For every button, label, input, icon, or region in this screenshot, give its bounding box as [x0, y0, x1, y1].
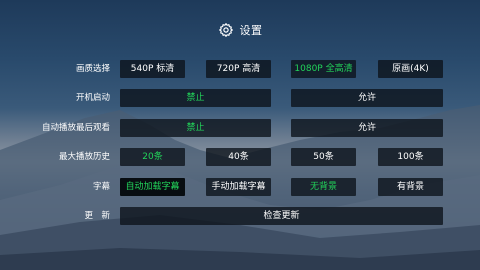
row-label-quality: 画质选择 — [75, 64, 110, 74]
option-subtitle-no-background[interactable]: 无背景 — [291, 178, 356, 196]
option-quality-540p[interactable]: 540P 标清 — [120, 60, 185, 78]
option-autostart-allow[interactable]: 允许 — [291, 89, 443, 107]
option-autoplay-allow[interactable]: 允许 — [291, 119, 443, 137]
row-label-autostart: 开机启动 — [75, 93, 110, 103]
row-label-subtitles: 字幕 — [92, 182, 110, 192]
option-history-20[interactable]: 20条 — [120, 148, 185, 166]
check-update-button[interactable]: 检查更新 — [120, 207, 443, 225]
option-autoplay-disable[interactable]: 禁止 — [120, 119, 271, 137]
gear-icon — [218, 22, 234, 38]
option-subtitle-with-background[interactable]: 有背景 — [378, 178, 443, 196]
page-title: 设置 — [239, 24, 263, 37]
option-autostart-disable[interactable]: 禁止 — [120, 89, 271, 107]
row-label-autoplay-last: 自动播放最后观看 — [41, 123, 110, 133]
option-history-50[interactable]: 50条 — [291, 148, 356, 166]
option-subtitle-manual-load[interactable]: 手动加载字幕 — [206, 178, 271, 196]
row-label-update: 更 新 — [84, 211, 110, 221]
option-subtitle-auto-load[interactable]: 自动加载字幕 — [120, 178, 185, 196]
settings-header: 设置 — [0, 18, 480, 42]
option-quality-1080p[interactable]: 1080P 全高清 — [291, 60, 356, 78]
option-quality-4k[interactable]: 原画(4K) — [378, 60, 443, 78]
settings-screen: 设置 画质选择 540P 标清 720P 高清 1080P 全高清 原画(4K)… — [0, 0, 480, 270]
option-history-100[interactable]: 100条 — [378, 148, 443, 166]
option-quality-720p[interactable]: 720P 高清 — [206, 60, 271, 78]
row-label-max-history: 最大播放历史 — [58, 152, 110, 162]
option-history-40[interactable]: 40条 — [206, 148, 271, 166]
